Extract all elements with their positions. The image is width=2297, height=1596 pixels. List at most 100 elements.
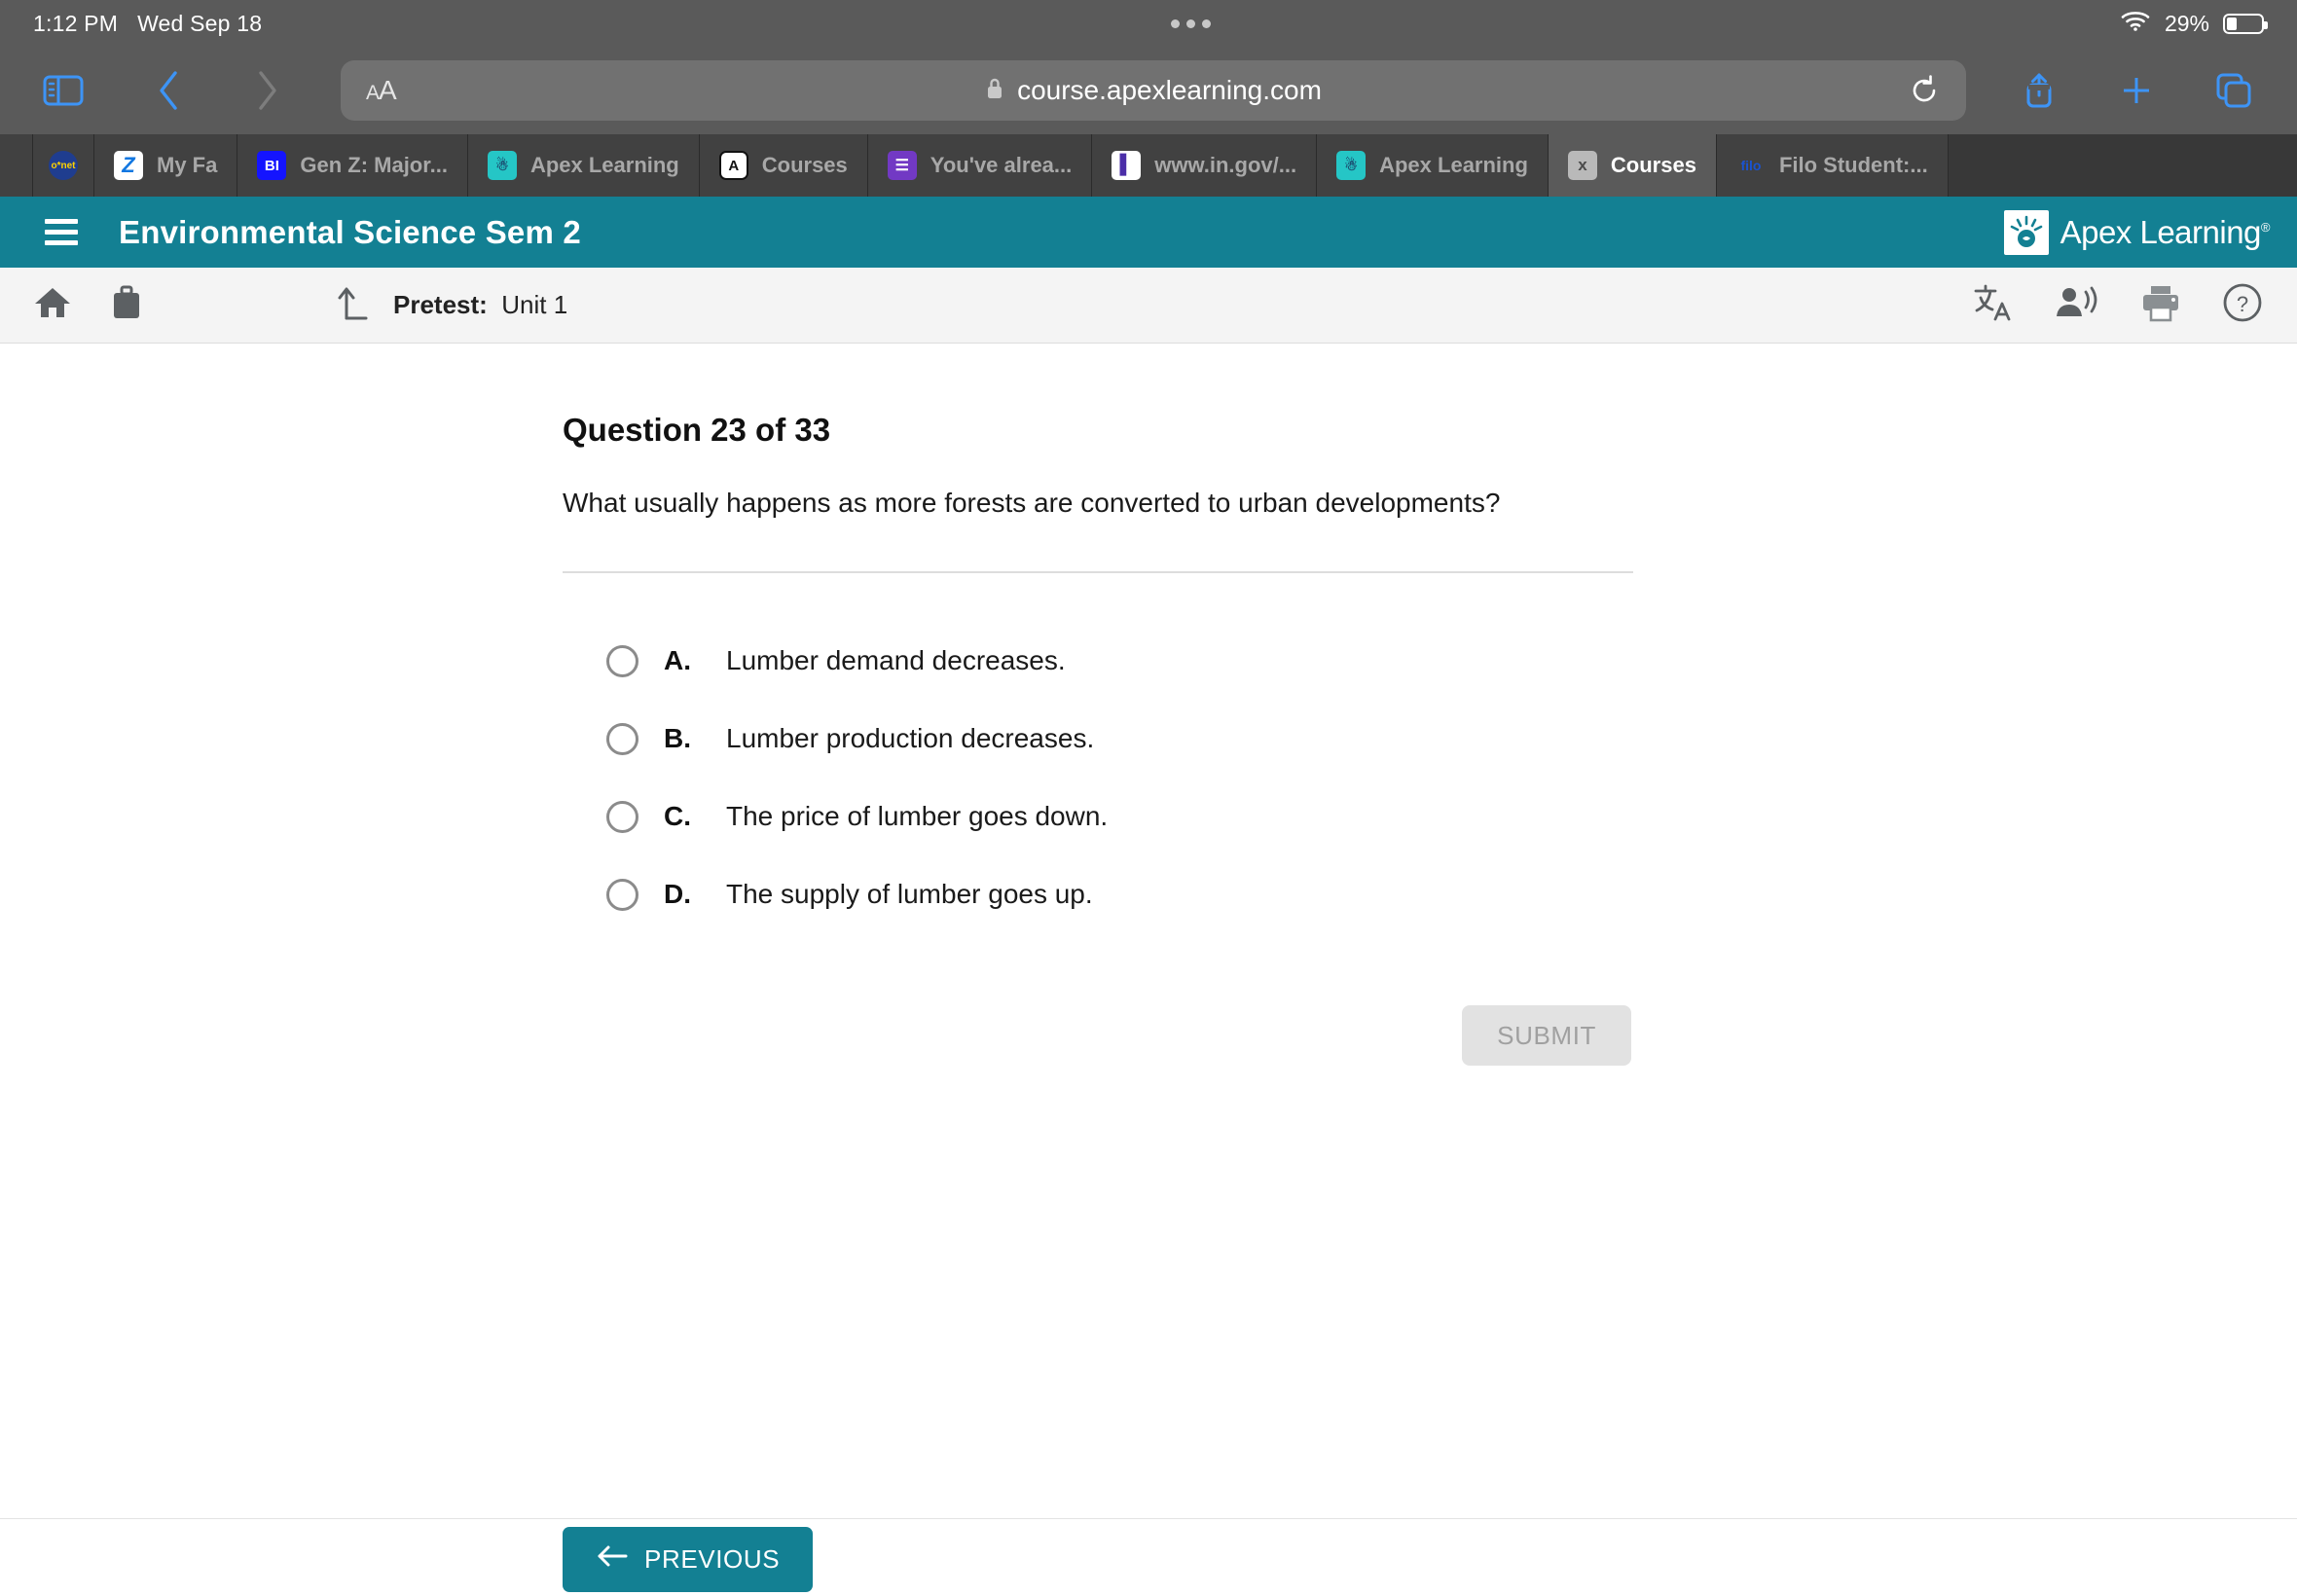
browser-tab-label: Filo Student:...: [1778, 153, 1928, 177]
answer-option[interactable]: A. Lumber demand decreases.: [606, 622, 1633, 700]
svg-text:?: ?: [2237, 292, 2248, 316]
text-size-button[interactable]: AA: [366, 75, 397, 106]
browser-tab-label: Apex Learning: [1379, 153, 1528, 177]
tab-overview-icon[interactable]: [2198, 59, 2270, 122]
answer-option[interactable]: C. The price of lumber goes down.: [606, 778, 1633, 855]
browser-tab[interactable]: ☰ You've alrea...: [867, 134, 1093, 197]
wifi-icon: [2120, 9, 2151, 38]
document-icon: ▌: [1112, 151, 1142, 180]
sidebar-icon[interactable]: [27, 59, 99, 122]
apex-a-icon: A: [718, 151, 748, 180]
activity-name-label: Unit 1: [501, 290, 568, 319]
browser-tab[interactable]: ▌ www.in.gov/...: [1092, 134, 1318, 197]
answer-options-list: A. Lumber demand decreases. B. Lumber produ…: [563, 622, 1633, 933]
answer-radio-button[interactable]: [606, 722, 638, 755]
apex-learning-logo: Apex Learning®: [2003, 209, 2271, 255]
answer-option-text: The supply of lumber goes up.: [726, 879, 1093, 909]
answer-option-text: The price of lumber goes down.: [726, 801, 1109, 831]
tab-strip-edge: [0, 134, 33, 197]
apex-learning-icon: ☃: [1336, 151, 1367, 180]
browser-tab[interactable]: ☃ Apex Learning: [1317, 134, 1549, 197]
zillow-icon: Z: [114, 151, 143, 180]
indicator-dot: [1171, 18, 1181, 28]
answer-radio-button[interactable]: [606, 878, 638, 911]
activity-toolbar-right: ?: [1972, 281, 2264, 329]
answer-option[interactable]: B. Lumber production decreases.: [606, 700, 1633, 778]
status-bar-left: 1:12 PM Wed Sep 18: [33, 11, 262, 37]
browser-tab[interactable]: filo Filo Student:...: [1716, 134, 1949, 197]
browser-tab[interactable]: ☃ Apex Learning: [467, 134, 700, 197]
breadcrumb: Pretest: Unit 1: [337, 283, 567, 327]
answer-radio-button[interactable]: [606, 800, 638, 833]
answer-option-letter: C.: [664, 801, 691, 831]
status-bar-right: 29%: [2120, 9, 2268, 38]
apex-learning-icon: ☃: [487, 151, 517, 180]
home-icon[interactable]: [33, 284, 72, 326]
close-x-icon[interactable]: x: [1567, 151, 1597, 180]
level-up-arrow-icon[interactable]: [337, 283, 372, 327]
browser-tab-label: My Fa: [157, 153, 218, 177]
activity-toolbar-left: [33, 284, 146, 326]
apex-logo-text: Apex Learning®: [2060, 213, 2271, 250]
plus-icon[interactable]: [2100, 59, 2172, 122]
browser-tab-active[interactable]: x Courses: [1548, 134, 1717, 197]
browser-tab-label: Apex Learning: [529, 153, 679, 177]
answer-option[interactable]: D. The supply of lumber goes up.: [606, 855, 1633, 933]
url-text: course.apexlearning.com: [1017, 75, 1322, 105]
filo-icon: filo: [1740, 158, 1762, 173]
browser-tab-label: You've alrea...: [930, 153, 1073, 177]
forward-chevron-icon: [232, 59, 304, 122]
activity-type-label: Pretest:: [393, 290, 488, 319]
help-icon[interactable]: ?: [2221, 281, 2264, 329]
browser-tab-label: Courses: [1610, 153, 1696, 177]
back-chevron-icon[interactable]: [132, 59, 204, 122]
indicator-dot: [1202, 18, 1212, 28]
question-counter: Question 23 of 33: [563, 412, 831, 448]
text-to-speech-icon[interactable]: [2054, 283, 2100, 327]
breadcrumb-text: Pretest: Unit 1: [393, 290, 567, 320]
browser-tab[interactable]: Z My Fa: [94, 134, 238, 197]
status-date: Wed Sep 18: [137, 10, 263, 36]
translate-icon[interactable]: [1972, 282, 2015, 328]
previous-button[interactable]: PREVIOUS: [563, 1527, 814, 1592]
address-bar[interactable]: AA course.apexlearning.com: [341, 60, 1966, 121]
lock-icon: [985, 76, 1004, 106]
status-time: 1:12 PM: [33, 10, 119, 36]
share-icon[interactable]: [2003, 59, 2075, 122]
question-divider: [563, 571, 1633, 573]
activity-toolbar: Pretest: Unit 1 ?: [0, 268, 2297, 344]
question-prompt: What usually happens as more forests are…: [563, 488, 1501, 518]
arrow-left-icon: [596, 1543, 629, 1576]
safari-tab-strip: o*net Z My Fa BI Gen Z: Major... ☃ Apex Learni…: [0, 134, 2297, 197]
safari-toolbar: AA course.apexlearning.com: [0, 47, 2297, 134]
list-icon: ☰: [887, 151, 917, 180]
ios-status-bar: 1:12 PM Wed Sep 18 29%: [0, 0, 2297, 47]
browser-tab-label: Courses: [761, 153, 848, 177]
question-container: Question 23 of 33 What usually happens a…: [563, 412, 1633, 1066]
browser-tab-label: Gen Z: Major...: [300, 153, 448, 177]
address-bar-content: course.apexlearning.com: [341, 75, 1966, 106]
battery-percent-label: 29%: [2164, 10, 2209, 36]
reload-icon[interactable]: [1908, 74, 1941, 107]
bottom-navigation-bar: PREVIOUS: [0, 1518, 2297, 1596]
answer-option-letter: A.: [664, 645, 691, 675]
answer-option-letter: D.: [664, 879, 691, 909]
list-menu-icon[interactable]: [27, 219, 78, 245]
browser-tab[interactable]: A Courses: [699, 134, 868, 197]
answer-radio-button[interactable]: [606, 644, 638, 677]
question-content-area: Question 23 of 33 What usually happens a…: [0, 344, 2297, 1518]
business-insider-icon: BI: [257, 151, 287, 180]
course-title: Environmental Science Sem 2: [119, 213, 581, 250]
browser-tab-label: www.in.gov/...: [1154, 153, 1297, 177]
submit-button[interactable]: SUBMIT: [1462, 1005, 1631, 1066]
status-bar-center: [262, 18, 2120, 28]
previous-button-label: PREVIOUS: [644, 1544, 781, 1574]
briefcase-icon[interactable]: [107, 284, 146, 326]
browser-tab[interactable]: o*net: [33, 134, 94, 197]
battery-icon: [2223, 13, 2268, 34]
indicator-dot: [1186, 18, 1196, 28]
browser-tab[interactable]: BI Gen Z: Major...: [237, 134, 468, 197]
print-icon[interactable]: [2139, 283, 2182, 327]
onet-icon: o*net: [49, 151, 78, 180]
answer-option-letter: B.: [664, 723, 691, 753]
